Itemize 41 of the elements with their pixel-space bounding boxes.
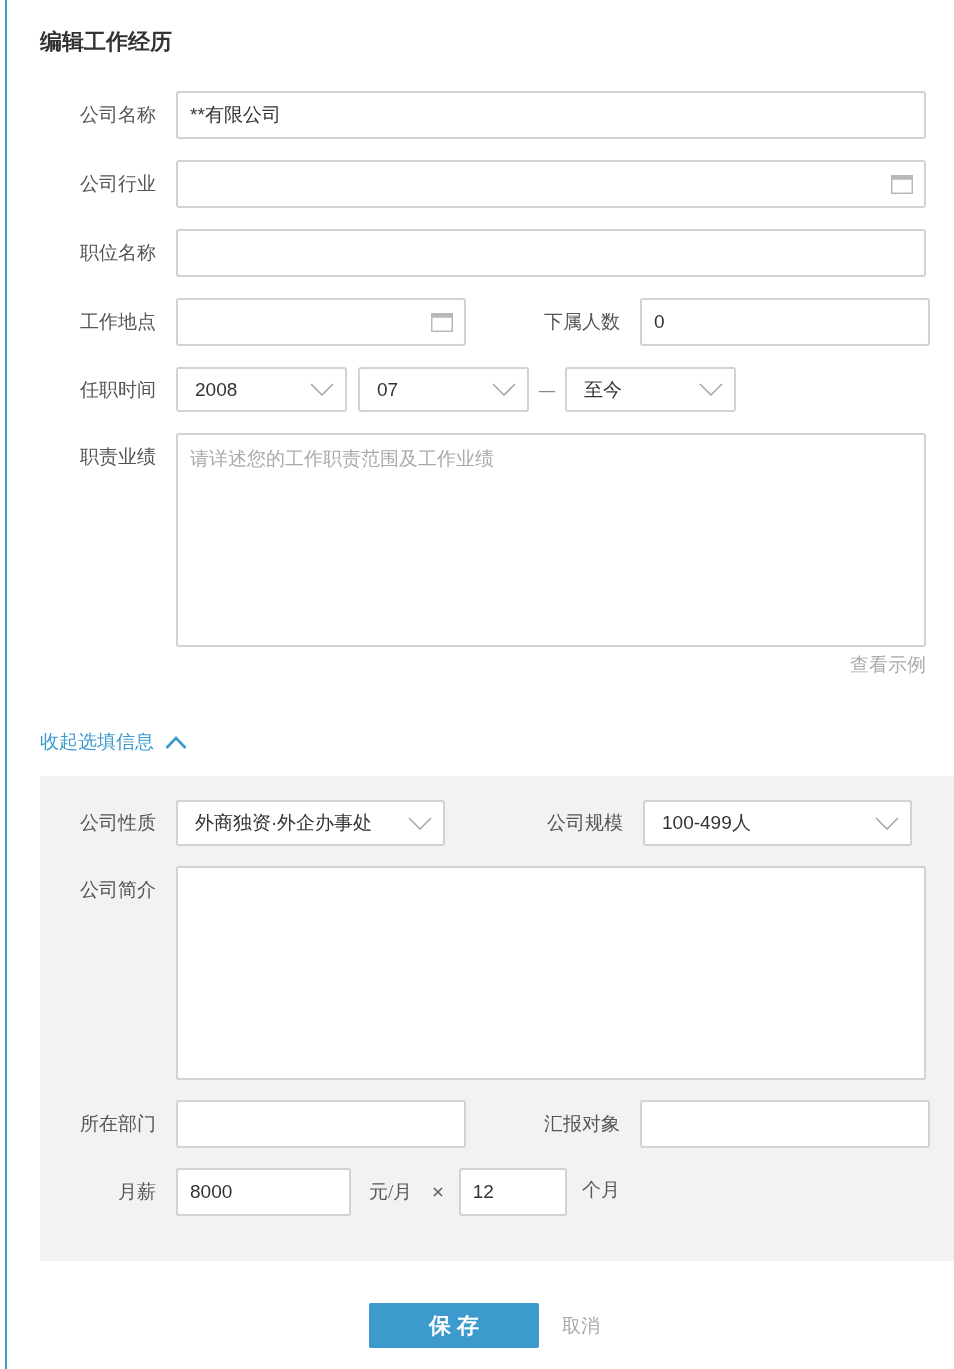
date-separator: — (538, 377, 556, 402)
window-icon (891, 174, 913, 194)
picker-field[interactable] (176, 298, 466, 346)
input-field[interactable] (640, 1100, 930, 1148)
field-label: 公司简介 (80, 879, 156, 900)
salary-input[interactable]: 8000 (176, 1168, 351, 1216)
text-area[interactable] (176, 866, 926, 1080)
chevron-down-icon (875, 816, 899, 830)
window-icon (431, 312, 453, 332)
dropdown[interactable]: 外商独资·外企办事处 (176, 800, 445, 846)
field-label: 职位名称 (80, 242, 156, 263)
dropdown[interactable]: 07 (358, 367, 529, 412)
chevron-down-icon (492, 383, 516, 396)
field-label: 公司性质 (80, 812, 156, 833)
field-label: 公司行业 (80, 173, 156, 194)
input-field[interactable]: 0 (640, 298, 930, 346)
field-label: 下属人数 (544, 311, 620, 332)
dropdown[interactable]: 至今 (565, 367, 736, 412)
field-label: 公司规模 (547, 812, 623, 833)
text-area[interactable]: 请详述您的工作职责范围及工作业绩 (176, 433, 926, 647)
unit-label: 元/月 (369, 1180, 413, 1204)
field-label: 职责业绩 (80, 446, 156, 467)
months-input[interactable]: 12 (458, 1168, 567, 1216)
field-label: 工作地点 (80, 311, 156, 332)
chevron-down-icon (408, 816, 432, 830)
field-label: 汇报对象 (544, 1113, 620, 1134)
picker-field[interactable] (176, 160, 926, 208)
unit-label: 个月 (581, 1178, 620, 1202)
dropdown[interactable]: 2008 (176, 367, 347, 412)
input-field[interactable] (176, 1100, 466, 1148)
field-label: 任职时间 (80, 378, 156, 400)
field-label: 公司名称 (80, 104, 156, 125)
chevron-down-icon (699, 383, 723, 396)
field-label: 月薪 (118, 1181, 156, 1202)
chevron-down-icon (310, 383, 334, 396)
multiply-sign: × (431, 1181, 445, 1203)
form-title: 编辑工作经历 (40, 28, 172, 56)
field-label: 所在部门 (80, 1113, 156, 1134)
dropdown[interactable]: 100-499人 (643, 800, 912, 846)
input-field[interactable] (176, 229, 926, 277)
input-field[interactable]: **有限公司 (176, 91, 926, 139)
